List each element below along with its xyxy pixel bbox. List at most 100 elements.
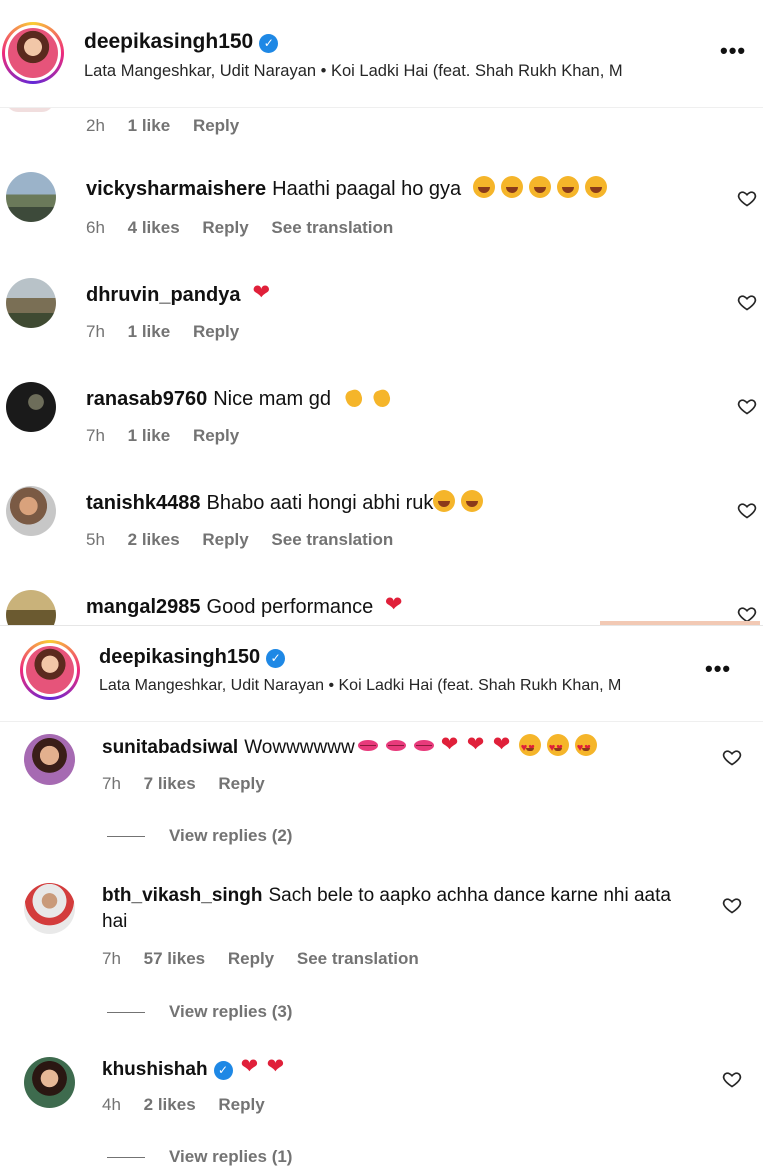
comment-likes[interactable]: 4 likes: [128, 218, 180, 238]
replies-divider-line: [107, 1157, 145, 1159]
comment-avatar[interactable]: [24, 883, 75, 934]
comment-time: 4h: [102, 1095, 121, 1114]
comment-time: 7h: [102, 774, 121, 793]
comment-meta: 7h 1 like Reply: [86, 322, 257, 342]
comment-username[interactable]: tanishk4488: [86, 492, 201, 514]
comment-username[interactable]: ranasab9760: [86, 388, 207, 410]
comment-time: 7h: [102, 949, 121, 968]
heart-outline-icon[interactable]: [722, 1069, 742, 1089]
view-replies-label: View replies (1): [169, 1147, 293, 1166]
comment-time: 2h: [86, 116, 105, 135]
laughing-emoji-icon: [433, 490, 456, 512]
comment-time: 7h: [86, 322, 105, 341]
comment-text: Haathi paagal ho gya: [272, 178, 462, 200]
comment-text: Bhabo aati hongi abhi ruk: [206, 492, 434, 514]
comment-avatar[interactable]: [6, 486, 56, 536]
post-author[interactable]: deepikasingh150 ✓: [84, 30, 279, 54]
kiss-mark-emoji-icon: [385, 734, 407, 756]
comments-screenshot-2: deepikasingh150 ✓ Lata Mangeshkar, Udit N…: [0, 625, 763, 1171]
comment-avatar[interactable]: [6, 590, 56, 625]
comment-avatar[interactable]: [24, 734, 75, 785]
see-translation-button[interactable]: See translation: [271, 530, 393, 550]
view-replies-button[interactable]: View replies (2): [107, 826, 292, 846]
audio-track[interactable]: Lata Mangeshkar, Udit Narayan • Koi Ladk…: [99, 677, 685, 695]
smiling-face-with-hearts-emoji-icon: [574, 734, 597, 761]
comment-likes[interactable]: 1 like: [128, 426, 171, 446]
view-replies-label: View replies (2): [169, 826, 293, 845]
heart-outline-icon[interactable]: [737, 188, 757, 208]
more-options-icon[interactable]: •••: [705, 656, 731, 682]
reply-button[interactable]: Reply: [193, 426, 239, 446]
comment-username[interactable]: khushishah: [102, 1059, 208, 1080]
replies-divider-line: [107, 1012, 145, 1014]
comment-time: 7h: [86, 426, 105, 445]
red-heart-emoji-icon: [385, 593, 405, 617]
comment-text: Wowwwwww: [244, 737, 355, 758]
heart-outline-icon[interactable]: [737, 396, 757, 416]
see-translation-button[interactable]: See translation: [297, 949, 419, 969]
heart-outline-icon[interactable]: [722, 747, 742, 767]
comment-avatar[interactable]: [6, 278, 56, 328]
red-heart-emoji-icon: [267, 1055, 287, 1079]
reply-button[interactable]: Reply: [228, 949, 274, 969]
comment-meta: 7h 57 likes Reply See translation: [102, 949, 437, 969]
comment-body: sunitabadsiwal Wowwwwww: [102, 733, 702, 761]
comment-body: vickysharmaishere Haathi paagal ho gya: [86, 176, 696, 202]
audio-track[interactable]: Lata Mangeshkar, Udit Narayan • Koi Ladk…: [84, 62, 698, 81]
profile-avatar[interactable]: [20, 640, 80, 700]
laughing-emoji-icon: [461, 490, 484, 512]
reply-button[interactable]: Reply: [193, 116, 239, 136]
comments-screenshot-1: deepikasingh150 ✓ Lata Mangeshkar, Udit N…: [0, 0, 763, 625]
smiling-face-with-hearts-emoji-icon: [518, 734, 541, 761]
verified-badge-icon: ✓: [213, 1061, 233, 1080]
comment-likes[interactable]: 1 like: [128, 116, 171, 136]
comment-avatar[interactable]: [24, 1057, 75, 1108]
red-heart-emoji-icon: [441, 733, 461, 757]
kiss-mark-emoji-icon: [413, 734, 435, 756]
heart-outline-icon[interactable]: [737, 292, 757, 312]
view-replies-button[interactable]: View replies (1): [107, 1147, 292, 1167]
comment-username[interactable]: mangal2985: [86, 596, 201, 618]
post-header: deepikasingh150 ✓ Lata Mangeshkar, Udit N…: [0, 626, 763, 722]
profile-avatar[interactable]: [2, 22, 64, 84]
comment-meta: 6h 4 likes Reply See translation: [86, 218, 411, 238]
clapping-emoji-icon: [343, 386, 365, 408]
post-author-name: deepikasingh150: [99, 646, 261, 668]
comment-likes[interactable]: 2 likes: [144, 1095, 196, 1115]
laughing-emoji-icon: [556, 176, 579, 198]
comment-username[interactable]: bth_vikash_singh: [102, 885, 263, 906]
comment-likes[interactable]: 57 likes: [144, 949, 205, 969]
reply-button[interactable]: Reply: [202, 218, 248, 238]
comment-body: ranasab9760 Nice mam gd: [86, 386, 696, 412]
comment-likes[interactable]: 7 likes: [144, 774, 196, 794]
heart-outline-icon[interactable]: [722, 895, 742, 915]
post-author[interactable]: deepikasingh150 ✓: [99, 646, 286, 669]
comment-username[interactable]: sunitabadsiwal: [102, 737, 238, 758]
comment-avatar[interactable]: [6, 382, 56, 432]
verified-badge-icon: ✓: [259, 34, 279, 53]
red-heart-emoji-icon: [467, 733, 487, 757]
view-replies-button[interactable]: View replies (3): [107, 1002, 292, 1022]
comment-text: Good performance: [206, 596, 374, 618]
comment-username[interactable]: vickysharmaishere: [86, 178, 266, 200]
heart-outline-icon[interactable]: [737, 500, 757, 520]
comment-body: dhruvin_pandya: [86, 281, 696, 308]
view-replies-label: View replies (3): [169, 1002, 293, 1021]
kiss-mark-emoji-icon: [357, 734, 379, 756]
see-translation-button[interactable]: See translation: [271, 218, 393, 238]
reply-button[interactable]: Reply: [193, 322, 239, 342]
comment-meta: 4h 2 likes Reply: [102, 1095, 283, 1115]
reply-button[interactable]: Reply: [218, 1095, 264, 1115]
reply-button[interactable]: Reply: [218, 774, 264, 794]
comment-likes[interactable]: 1 like: [128, 322, 171, 342]
laughing-emoji-icon: [472, 176, 495, 198]
comment-body: tanishk4488 Bhabo aati hongi abhi ruk: [86, 490, 696, 516]
replies-divider-line: [107, 836, 145, 838]
comment-avatar[interactable]: [6, 172, 56, 222]
reply-button[interactable]: Reply: [202, 530, 248, 550]
comment-meta: 2h 1 like Reply: [86, 116, 257, 136]
comment-username[interactable]: dhruvin_pandya: [86, 284, 240, 306]
post-author-name: deepikasingh150: [84, 30, 254, 53]
more-options-icon[interactable]: •••: [720, 38, 746, 64]
comment-likes[interactable]: 2 likes: [128, 530, 180, 550]
